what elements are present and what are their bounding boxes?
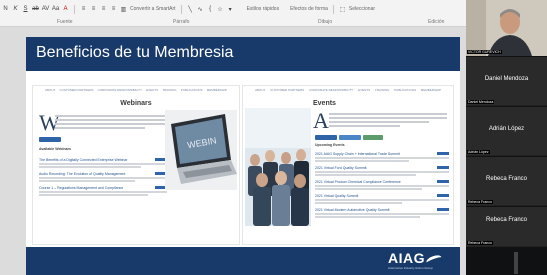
participant-name: Adrián López (488, 126, 525, 132)
nav-link: ABOUT (45, 88, 56, 92)
participant-name-tag: VICTOR GUREVICH (467, 50, 502, 54)
star-shape-icon[interactable]: ☆ (217, 5, 224, 13)
columns-icon[interactable]: ▥ (120, 5, 127, 13)
bold-icon[interactable]: N (2, 5, 9, 13)
nav-link: CUSTOMER PARTNERS (270, 88, 305, 92)
list-item: Course 1 – Regulations Management and Co… (39, 186, 167, 196)
participants-scrollbar[interactable] (514, 252, 518, 274)
nav-link: PUBLICATIONS (180, 88, 203, 92)
font-color-icon[interactable]: A (62, 5, 69, 13)
events-list-head: Upcoming Events (315, 143, 345, 147)
aiag-logo: AIAG Automotive Industry Action Group (388, 250, 448, 272)
ribbon-group-labels: Fuente Párrafo Dibujo Edición (0, 18, 466, 27)
participant-name-tag: Rebeca Franco (467, 200, 493, 204)
group-label-drawing: Dibujo (318, 19, 333, 25)
events-crowd-image (245, 108, 311, 226)
change-case-icon[interactable]: Aa (52, 5, 59, 13)
events-intro-text (329, 113, 447, 129)
nav-link: MEMBERSHIP (420, 88, 441, 92)
nav-link: TRAINING (374, 88, 390, 92)
nav-link: ABOUT (255, 88, 266, 92)
select-icon[interactable]: ⬚ (339, 5, 346, 13)
events-dropcap: A (313, 108, 329, 133)
participant-name-tag: Rebeca Franco (467, 241, 493, 245)
justify-icon[interactable]: ≡ (110, 5, 117, 13)
nav-link: EVENTS (358, 88, 371, 92)
shape-effects-button[interactable]: Efectos de forma (290, 6, 328, 12)
slide-editing-area: Beneficios de tu Membresia ABOUT CUSTOME… (0, 27, 466, 275)
align-left-icon[interactable]: ≡ (80, 5, 87, 13)
quick-styles-button[interactable]: Estilos rápidos (247, 6, 280, 12)
participants-panel: VICTOR GUREVICH Daniel Mendoza Daniel Me… (466, 0, 547, 275)
nav-link: CORPORATE RESPONSIBILITY (309, 88, 354, 92)
swoosh-icon (425, 253, 443, 267)
events-page-nav: ABOUT CUSTOMER PARTNERS CORPORATE RESPON… (243, 88, 453, 96)
nav-link: CUSTOMER PARTNERS (59, 88, 94, 92)
slide-header-band: Beneficios de tu Membresia (26, 37, 460, 71)
participant-tile[interactable]: Rebeca Franco Rebeca Franco (466, 207, 547, 247)
participant-tile[interactable]: Adrián López Adrián López (466, 107, 547, 156)
webinars-page-nav: ABOUT CUSTOMER PARTNERS CORPORATE RESPON… (33, 88, 239, 96)
webinars-page-screenshot[interactable]: ABOUT CUSTOMER PARTNERS CORPORATE RESPON… (32, 85, 240, 245)
events-button (315, 135, 337, 140)
events-button (363, 135, 383, 140)
group-label-font: Fuente (57, 19, 73, 25)
slide-title[interactable]: Beneficios de tu Membresia (36, 44, 233, 62)
underline-icon[interactable]: S (22, 5, 29, 13)
aiag-logo-subtitle: Automotive Industry Action Group (388, 266, 433, 270)
participant-video (466, 0, 547, 56)
webinars-button (39, 137, 61, 142)
participant-name: Daniel Mendoza (484, 76, 529, 82)
slide-canvas[interactable]: Beneficios de tu Membresia ABOUT CUSTOME… (26, 37, 460, 275)
line-shape-icon[interactable]: ╲ (187, 5, 194, 13)
events-page-screenshot[interactable]: ABOUT CUSTOMER PARTNERS CORPORATE RESPON… (242, 85, 454, 245)
list-item: 2021 Virtual Modern Automotive Quality S… (315, 208, 449, 218)
align-center-icon[interactable]: ≡ (90, 5, 97, 13)
nav-link: CORPORATE RESPONSIBILITY (97, 88, 142, 92)
char-spacing-icon[interactable]: AV (42, 5, 50, 13)
participant-tile[interactable]: Rebeca Franco Rebeca Franco (466, 157, 547, 206)
participant-name: Rebeca Franco (485, 176, 528, 182)
webinar-laptop-image: WEBIN (165, 110, 237, 190)
shapes-more-icon[interactable]: ▾ (227, 5, 234, 13)
ribbon-divider (180, 4, 182, 14)
ribbon-toolbar: N K S ab AV Aa A ≡ ≡ ≡ ≡ ▥ Convertir a S… (0, 0, 466, 27)
participant-name-tag: Adrián López (467, 150, 490, 154)
align-right-icon[interactable]: ≡ (100, 5, 107, 13)
participant-tile-video[interactable]: VICTOR GUREVICH (466, 0, 547, 56)
italic-icon[interactable]: K (12, 5, 19, 13)
participant-name-tag: Daniel Mendoza (467, 100, 495, 104)
ribbon-divider (332, 4, 334, 14)
list-item: 2021 AIAG Supply Chain + International T… (315, 152, 449, 162)
freeform-shape-icon[interactable]: ∿ (197, 5, 204, 13)
list-item: Audio Recording: The Evolution of Qualit… (39, 172, 167, 182)
list-item: 2021 Virtual Quality Summit (315, 194, 449, 204)
participant-tile[interactable]: Daniel Mendoza Daniel Mendoza (466, 57, 547, 106)
events-heading: Events (313, 100, 336, 107)
events-button (339, 135, 361, 140)
strikethrough-icon[interactable]: ab (32, 5, 39, 13)
webinars-list-head: Available Webinars (39, 147, 71, 151)
group-label-paragraph: Párrafo (173, 19, 190, 25)
ribbon-divider (74, 4, 75, 14)
nav-link: MEMBERSHIP (206, 88, 227, 92)
aiag-logo-word: AIAG (388, 250, 425, 266)
select-button[interactable]: Seleccionar (349, 6, 375, 12)
slide-footer-band: AIAG Automotive Industry Action Group (26, 247, 460, 275)
list-item: The Benefits of a Digitally Connected En… (39, 158, 167, 168)
list-item: 2021 Virtual Ford Quality Summit (315, 166, 449, 176)
bracket-shape-icon[interactable]: { (207, 5, 214, 13)
nav-link: EVENTS (146, 88, 159, 92)
list-item: 2021 Virtual Product Chemical Compliance… (315, 180, 449, 190)
convert-smartart-button[interactable]: Convertir a SmartArt (130, 6, 176, 12)
webinars-heading: Webinars (120, 100, 152, 107)
nav-link: TRAINING (162, 88, 177, 92)
nav-link: PUBLICATIONS (394, 88, 416, 92)
webinars-intro-text (55, 115, 183, 131)
participant-name: Rebeca Franco (485, 217, 528, 223)
ribbon-font-row: N K S ab AV Aa A ≡ ≡ ≡ ≡ ▥ Convertir a S… (2, 2, 464, 16)
group-label-editing: Edición (428, 19, 445, 25)
